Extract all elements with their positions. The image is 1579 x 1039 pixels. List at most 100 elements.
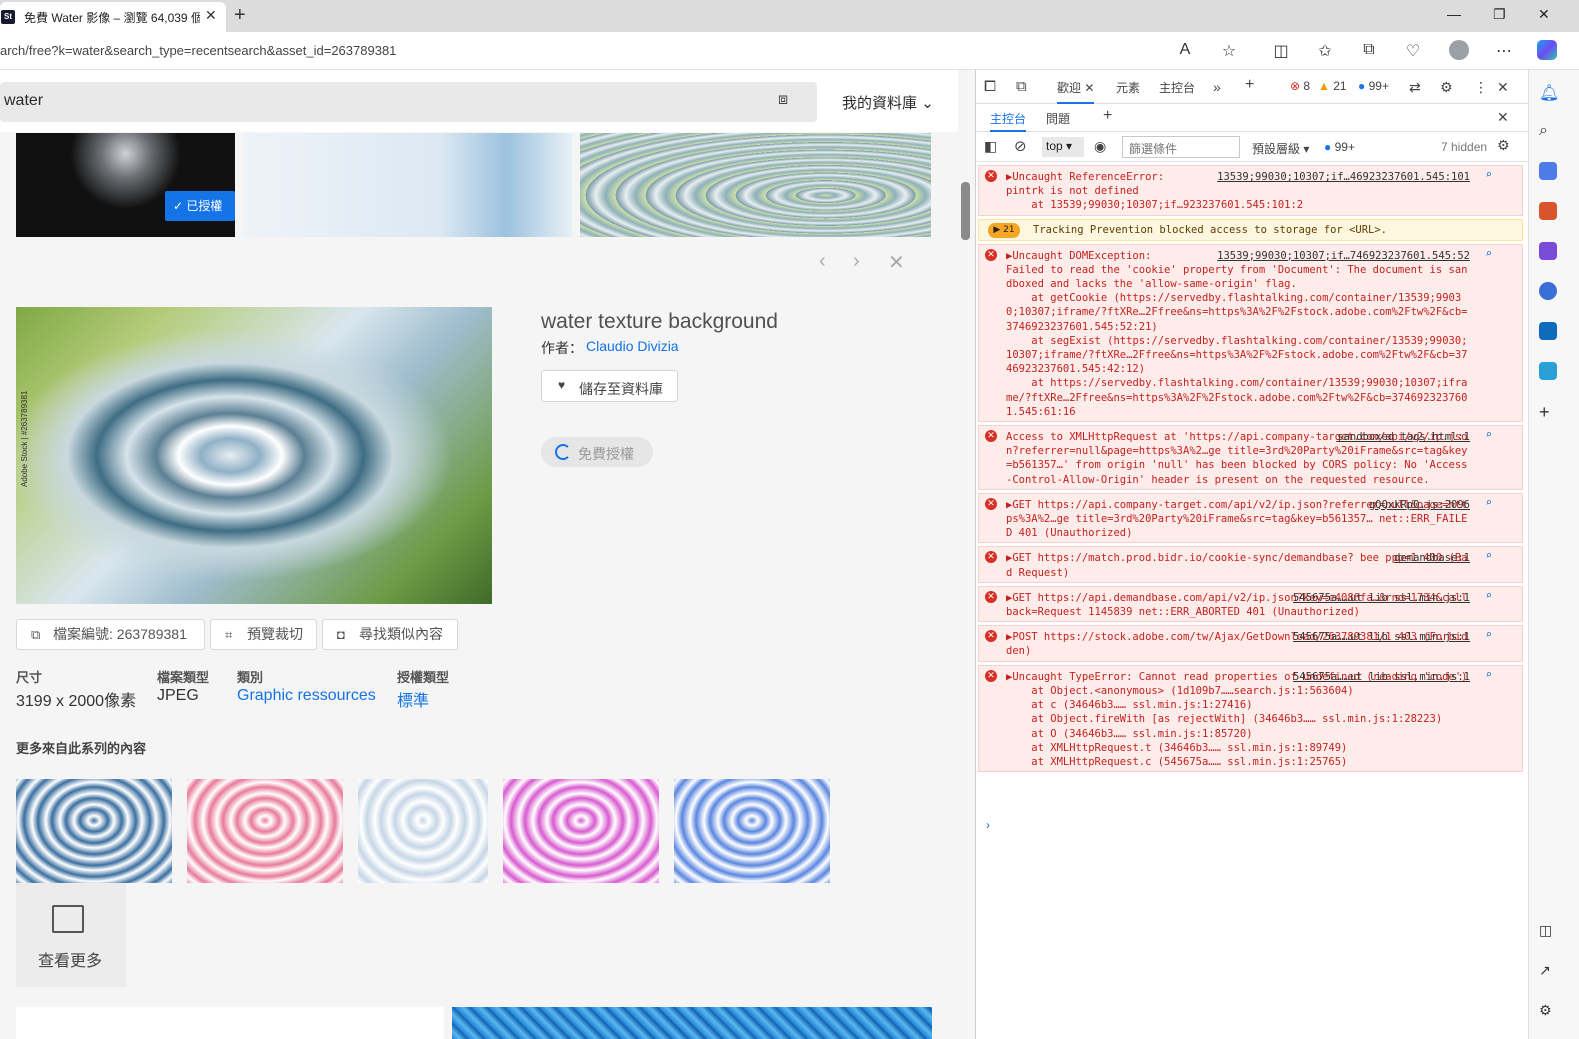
scrollbar-thumb[interactable] [961, 182, 970, 240]
browser-tab[interactable]: St 免費 Water 影像 – 瀏覽 64,039 個 ✕ [0, 2, 226, 32]
copilot-icon[interactable] [1537, 40, 1557, 60]
series-thumbnail[interactable] [16, 779, 172, 883]
search-icon[interactable]: ⌕ [1485, 628, 1492, 642]
live-expression-eye-icon[interactable]: ◉ [1094, 138, 1106, 155]
console-error[interactable]: ✕ ▶GET https://api.company-target.com/api… [978, 492, 1523, 544]
console-error[interactable]: ✕ ▶Uncaught ReferenceError: pintrk is not… [978, 165, 1523, 216]
preview-crop-button[interactable]: ⌗ 預覽裁切 [210, 619, 317, 650]
context-select[interactable]: top ▾ [1042, 137, 1084, 157]
devtools-menu-icon[interactable]: ⋮ [1474, 79, 1488, 96]
result-thumbnail[interactable] [16, 1007, 444, 1039]
result-thumbnail[interactable] [580, 133, 931, 237]
result-thumbnail[interactable] [16, 133, 235, 237]
main-preview-image[interactable]: Adobe Stock | #263789381 [16, 307, 492, 604]
restore-icon[interactable]: ❐ [1493, 6, 1506, 23]
outlook-icon[interactable] [1539, 322, 1557, 340]
url-field[interactable]: arch/free?k=water&search_type=recentsear… [0, 43, 396, 58]
add-drawer-tab-icon[interactable]: + [1103, 107, 1112, 125]
meta-value-category[interactable]: Graphic ressources [237, 687, 376, 705]
tab-elements[interactable]: 元素 [1116, 79, 1140, 96]
find-similar-button[interactable]: ◘ 尋找類似內容 [322, 619, 458, 650]
collections-icon[interactable]: ⧉ [1359, 41, 1379, 59]
tab-welcome[interactable]: 歡迎 ✕ [1057, 79, 1095, 104]
console-settings-icon[interactable]: ⚙ [1497, 137, 1510, 154]
inspect-icon[interactable]: ⧉ [1016, 78, 1027, 95]
console-filter-input[interactable]: 篩選條件 [1122, 136, 1240, 158]
profile-avatar[interactable] [1449, 40, 1469, 60]
split-screen-icon[interactable]: ◫ [1271, 41, 1291, 61]
result-thumbnail[interactable] [452, 1007, 932, 1039]
tab-console[interactable]: 主控台 [1159, 79, 1195, 96]
read-aloud-icon[interactable]: A [1175, 41, 1195, 59]
previous-icon[interactable]: ‹ [819, 250, 826, 273]
shopping-icon[interactable] [1539, 162, 1557, 180]
see-more-button[interactable]: 查看更多 [16, 883, 126, 987]
search-icon[interactable]: ⌕ [1485, 549, 1492, 563]
games-icon[interactable] [1539, 242, 1557, 260]
console-error[interactable]: ✕ ▶GET https://api.demandbase.com/api/v2/… [978, 585, 1523, 623]
console-message-count[interactable]: ● 99+ [1324, 140, 1355, 154]
search-input[interactable]: water ⧈ [0, 82, 817, 122]
log-level-select[interactable]: 預設層級 ▾ [1252, 140, 1309, 157]
close-devtools-icon[interactable]: ✕ [1497, 79, 1509, 96]
more-tabs-icon[interactable]: » [1213, 79, 1221, 95]
result-thumbnail[interactable] [243, 133, 572, 237]
favorites-icon[interactable]: ✩ [1315, 41, 1335, 61]
minimize-icon[interactable]: — [1447, 6, 1461, 22]
favorite-star-icon[interactable]: ☆ [1219, 41, 1239, 61]
microsoft365-icon[interactable] [1539, 282, 1557, 300]
more-menu-icon[interactable]: ⋯ [1494, 41, 1514, 61]
sidebar-settings-icon[interactable]: ⚙ [1539, 1002, 1557, 1020]
search-icon[interactable]: ⌕ [1485, 496, 1492, 510]
source-link[interactable]: 13539;99030;10307;if…46923237601.545:101 [1217, 170, 1470, 184]
meta-value-license[interactable]: 標準 [397, 687, 429, 711]
series-thumbnail[interactable] [187, 779, 343, 883]
settings-gear-icon[interactable]: ⚙ [1440, 79, 1453, 96]
console-error[interactable]: ✕ ▶POST https://stock.adobe.com/tw/Ajax/G… [978, 625, 1523, 662]
free-license-button[interactable]: 免費授權 [541, 437, 653, 467]
series-thumbnail[interactable] [358, 779, 488, 883]
console-error[interactable]: ✕ ▶Uncaught TypeError: Cannot read proper… [978, 664, 1523, 773]
save-to-library-button[interactable]: ♥ 儲存至資料庫 [541, 370, 678, 402]
info-counter[interactable]: ● 99+ [1358, 79, 1389, 93]
my-library-button[interactable]: 我的資料庫 ⌄ [842, 92, 934, 113]
sidebar-layout-icon[interactable]: ◫ [1539, 922, 1557, 940]
next-icon[interactable]: › [853, 250, 860, 273]
close-tab-icon[interactable]: ✕ [205, 7, 217, 24]
console-error[interactable]: ✕ ▶GET https://match.prod.bidr.io/cookie-… [978, 546, 1523, 583]
source-link[interactable]: 545675a……ut lib ssl.min.js:1 [1293, 670, 1470, 684]
visual-search-icon[interactable]: ⧈ [778, 91, 788, 109]
error-counter[interactable]: ⊗ 8 [1290, 79, 1310, 93]
connect-icon[interactable]: ⇄ [1409, 79, 1421, 96]
close-detail-icon[interactable]: ✕ [888, 250, 905, 275]
warning-counter[interactable]: ▲ 21 [1318, 79, 1347, 93]
author-link[interactable]: Claudio Divizia [586, 338, 679, 354]
open-external-icon[interactable]: ↗ [1539, 962, 1557, 980]
search-icon[interactable]: ⌕ [1485, 668, 1492, 682]
bell-icon[interactable]: 🔔︎ [1539, 83, 1559, 102]
add-tab-icon[interactable]: + [1245, 76, 1254, 94]
source-link[interactable]: sandboxed tags.html:1 [1337, 430, 1470, 444]
console-prompt[interactable]: › [986, 818, 990, 832]
console-warning[interactable]: ▶ 21 Tracking Prevention blocked access t… [978, 218, 1523, 241]
tools-icon[interactable] [1539, 202, 1557, 220]
close-drawer-icon[interactable]: ✕ [1497, 109, 1509, 126]
close-window-icon[interactable]: ✕ [1538, 6, 1550, 23]
source-link[interactable]: 545675a……ut lib ssl.min.js:1 [1293, 630, 1470, 644]
source-link[interactable]: gQQxkRp0.js:2096 [1369, 498, 1470, 512]
console-error[interactable]: ✕ ▶Uncaught DOMException: Failed to read … [978, 243, 1523, 423]
drop-icon[interactable] [1539, 362, 1557, 380]
source-link[interactable]: 545675a……ut lib ssl.min.js:1 [1293, 591, 1470, 605]
clear-console-icon[interactable]: ⊘ [1014, 137, 1027, 155]
file-number-chip[interactable]: ⧉ 檔案編號: 263789381 [16, 619, 205, 650]
search-icon[interactable]: ⌕ [1485, 589, 1492, 603]
console-error[interactable]: ✕ Access to XMLHttpRequest at 'https://ap… [978, 425, 1523, 490]
search-icon[interactable]: ⌕ [1485, 168, 1492, 182]
search-icon[interactable]: ⌕ [1485, 428, 1492, 442]
series-thumbnail[interactable] [503, 779, 659, 883]
subtab-issues[interactable]: 問題 [1046, 110, 1070, 127]
source-link[interactable]: 13539;99030;10307;if…746923237601.545:52 [1217, 249, 1470, 263]
subtab-console[interactable]: 主控台 [990, 110, 1027, 132]
device-emulation-icon[interactable]: ⧠ [984, 78, 996, 95]
search-icon[interactable]: ⌕ [1539, 122, 1557, 140]
